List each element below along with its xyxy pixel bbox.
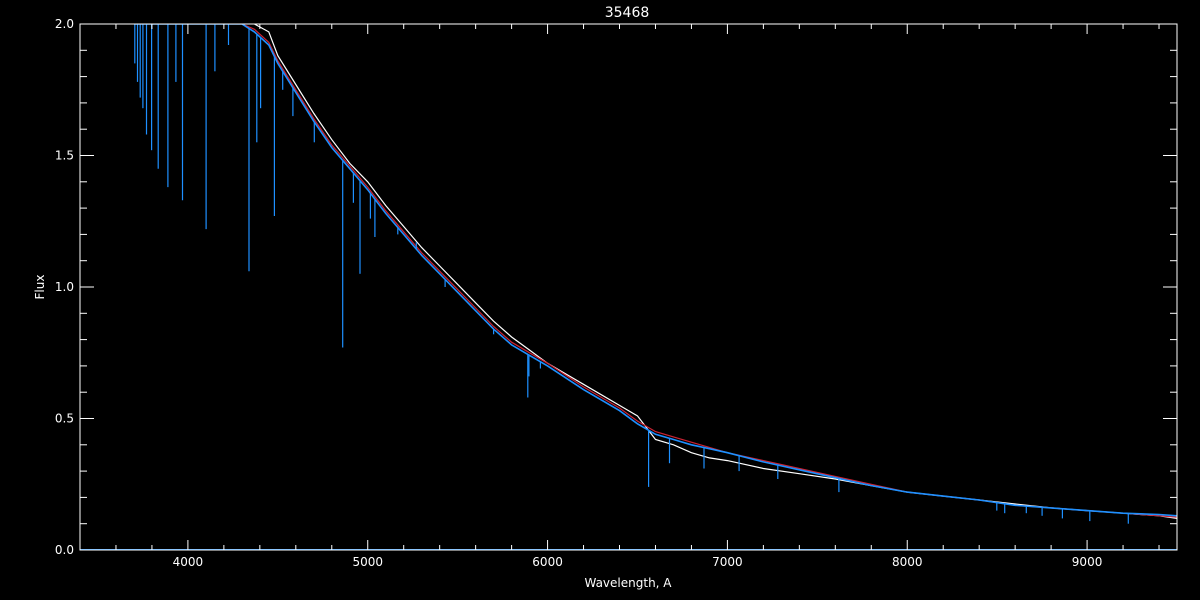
x-tick-label: 9000 <box>1072 555 1103 569</box>
y-tick-label: 0.5 <box>55 412 74 426</box>
x-tick-label: 5000 <box>352 555 383 569</box>
y-tick-label: 1.0 <box>55 280 74 294</box>
spectrum-chart: 35468 4000 5000 6000 7000 8000 9000 0.0 0.5 1.0 1… <box>0 0 1200 600</box>
chart-title: 35468 <box>605 5 650 21</box>
y-tick-label: 1.5 <box>55 149 74 163</box>
x-tick-label: 6000 <box>532 555 563 569</box>
x-tick-label: 7000 <box>712 555 743 569</box>
chart-background <box>0 0 1200 600</box>
y-axis-title: Flux <box>33 275 47 300</box>
y-tick-label: 0.0 <box>55 543 74 557</box>
x-tick-label: 8000 <box>892 555 923 569</box>
x-tick-label: 4000 <box>173 555 204 569</box>
x-axis-title: Wavelength, A <box>584 576 672 590</box>
y-tick-label: 2.0 <box>55 17 74 31</box>
